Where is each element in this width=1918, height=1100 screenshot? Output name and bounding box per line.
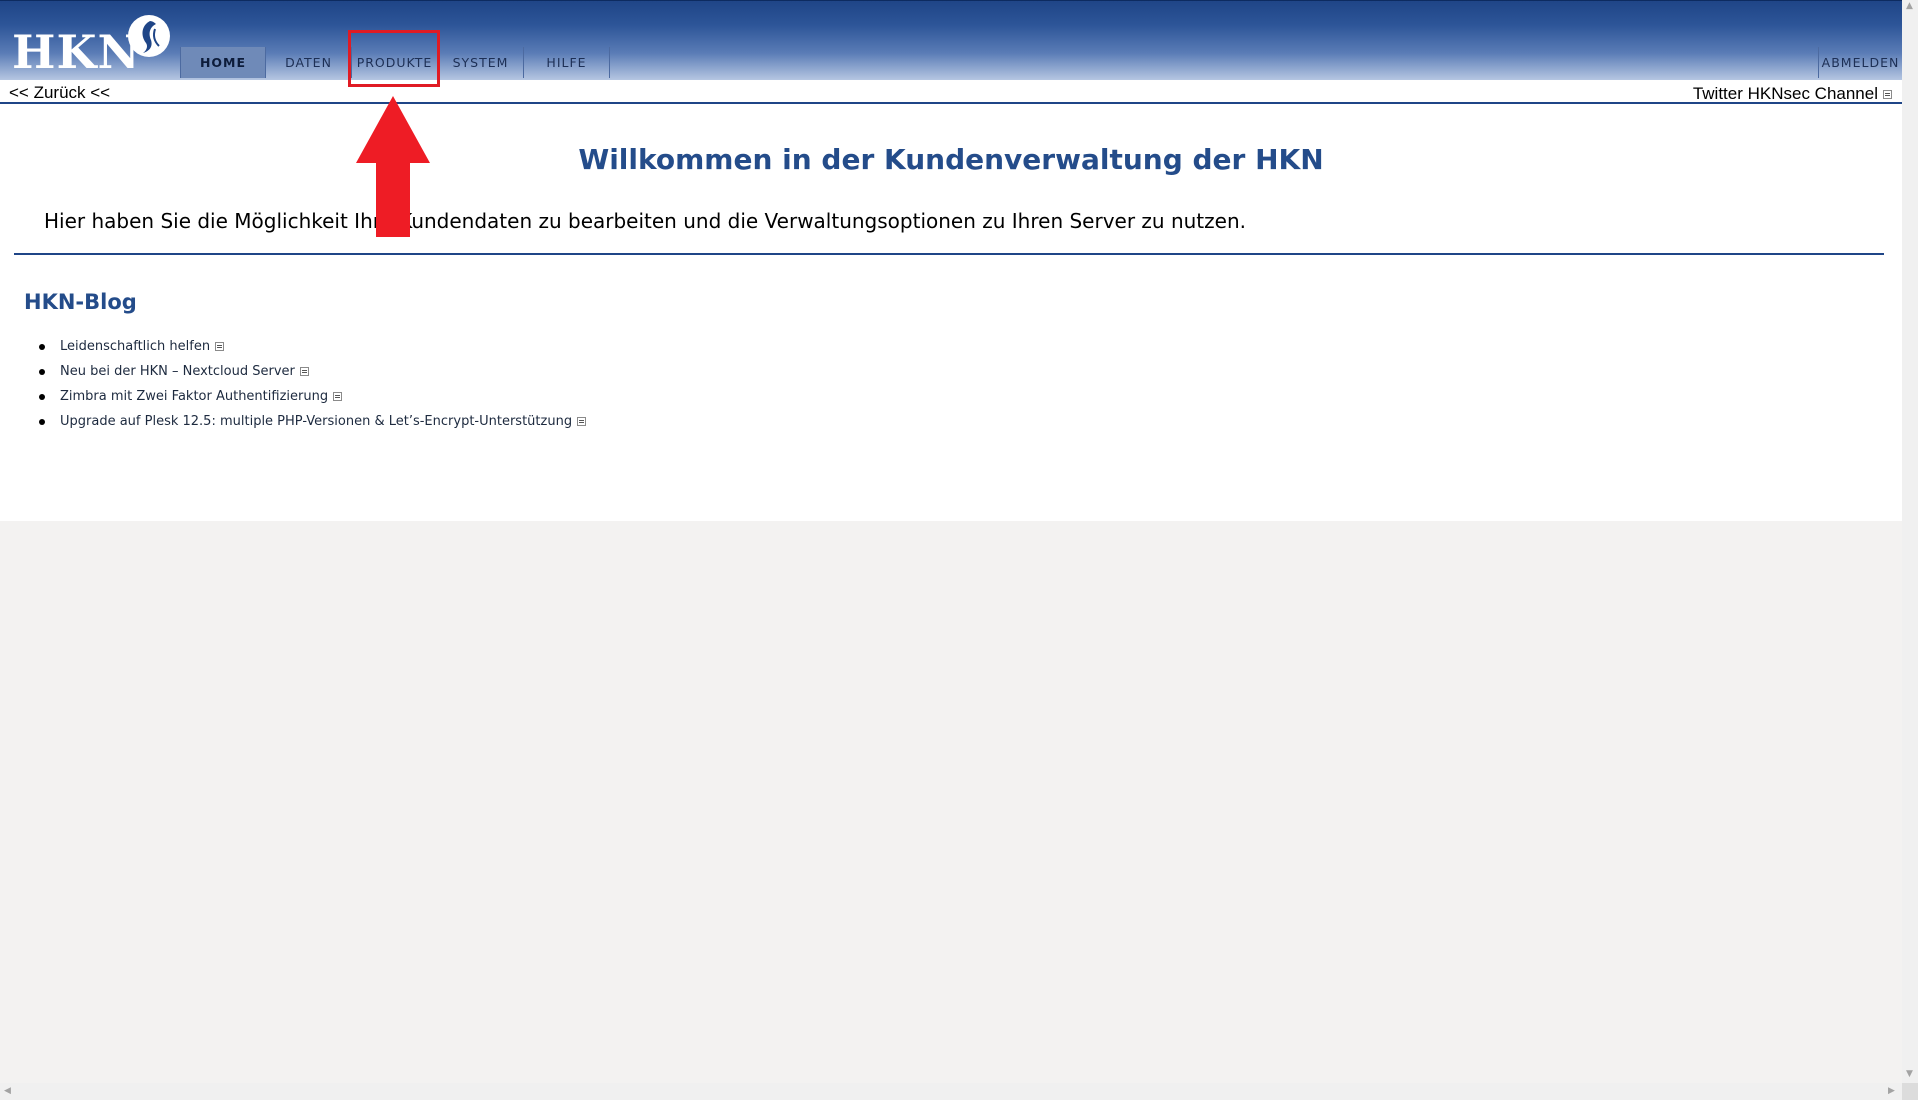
scroll-left-icon[interactable]: ◀ [4, 1087, 11, 1096]
external-link-icon [577, 417, 587, 426]
scroll-up-icon[interactable]: ▲ [1906, 2, 1913, 11]
back-link[interactable]: << Zurück << [9, 83, 110, 103]
sub-navigation-bar: << Zurück << Twitter HKNsec Channel [0, 80, 1902, 104]
blog-heading: HKN-Blog [24, 290, 137, 314]
tab-system[interactable]: SYSTEM [438, 47, 524, 78]
blog-item[interactable]: Leidenschaftlich helfen [30, 334, 586, 359]
blog-item-label: Zimbra mit Zwei Faktor Authentifizierung [60, 389, 329, 404]
content-divider [14, 253, 1884, 255]
hkn-logo[interactable]: HKN [12, 15, 170, 79]
page-content: HKN HOME DATEN PRODUKTE SYSTEM HILFE ABM… [0, 0, 1902, 521]
header-bar: HKN HOME DATEN PRODUKTE SYSTEM HILFE ABM… [0, 0, 1902, 81]
bullet-icon [39, 368, 45, 375]
external-link-icon [333, 392, 343, 401]
blog-item-label: Leidenschaftlich helfen [60, 339, 211, 354]
logout-button[interactable]: ABMELDEN [1818, 47, 1902, 78]
external-link-icon [1883, 89, 1892, 99]
bullet-icon [39, 393, 45, 400]
logo-text: HKN [12, 25, 141, 79]
scroll-right-icon[interactable]: ▶ [1888, 1087, 1895, 1096]
external-link-icon [299, 367, 309, 376]
blog-item[interactable]: Upgrade auf Plesk 12.5: multiple PHP-Ver… [30, 409, 587, 434]
tab-produkte[interactable]: PRODUKTE [352, 47, 438, 78]
tab-daten[interactable]: DATEN [266, 47, 352, 78]
blog-item-label: Neu bei der HKN – Nextcloud Server [60, 364, 295, 379]
twitter-link[interactable]: Twitter HKNsec Channel [1693, 84, 1892, 104]
tab-home[interactable]: HOME [180, 47, 266, 78]
blog-item[interactable]: Neu bei der HKN – Nextcloud Server [30, 359, 586, 384]
vertical-scrollbar[interactable]: ▲ ▼ [1902, 0, 1918, 1083]
browser-viewport: HKN HOME DATEN PRODUKTE SYSTEM HILFE ABM… [0, 0, 1902, 1083]
bullet-icon [39, 343, 45, 350]
scroll-down-icon[interactable]: ▼ [1906, 1070, 1913, 1079]
intro-text: Hier haben Sie die Möglichkeit Ihre Kund… [44, 209, 1246, 233]
main-nav: HOME DATEN PRODUKTE SYSTEM HILFE [180, 47, 610, 78]
blog-item[interactable]: Zimbra mit Zwei Faktor Authentifizierung [30, 384, 586, 409]
horizontal-scrollbar[interactable]: ◀ ▶ [0, 1083, 1902, 1100]
tab-hilfe[interactable]: HILFE [524, 47, 610, 78]
scrollbar-corner [1902, 1083, 1918, 1100]
external-link-icon [215, 342, 225, 351]
page-title: Willkommen in der Kundenverwaltung der H… [578, 143, 1324, 176]
blog-item-label: Upgrade auf Plesk 12.5: multiple PHP-Ver… [60, 414, 573, 429]
bullet-icon [39, 418, 45, 425]
blog-list: Leidenschaftlich helfen Neu bei der HKN … [30, 334, 587, 434]
twitter-link-label: Twitter HKNsec Channel [1692, 84, 1878, 103]
logo-emblem-icon [128, 15, 170, 57]
